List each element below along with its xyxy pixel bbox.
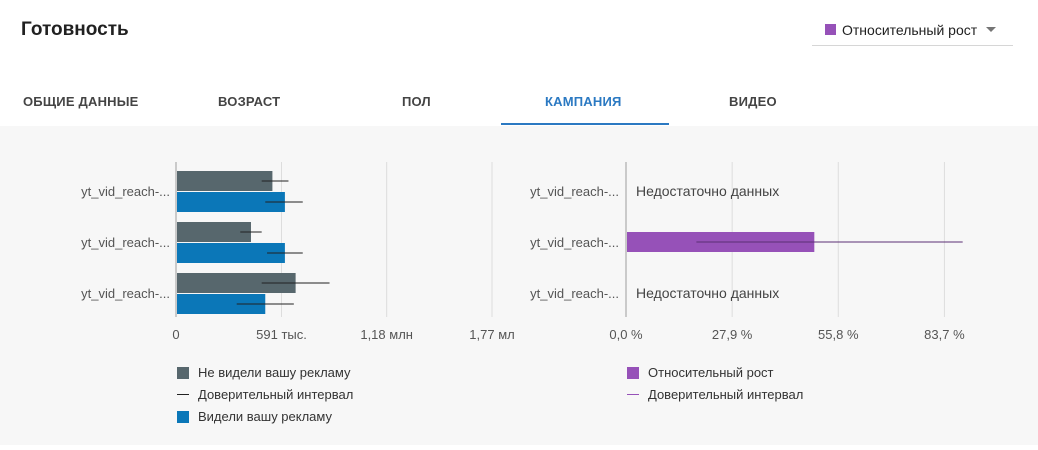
report-header: Готовность Относительный рост ОБЩИЕ ДАНН… [0, 0, 1038, 126]
x-tick-label: 591 тыс. [256, 327, 307, 342]
chart-panel: 0 591 тыс. 1,18 млн 1,77 мл yt_vid_reach-...… [0, 126, 1038, 445]
legend-item-not-seen: Не видели вашу рекламу [177, 365, 350, 380]
category-label: yt_vid_reach-... [81, 235, 170, 250]
legend-line [627, 394, 639, 395]
category-label: yt_vid_reach-... [81, 286, 170, 301]
legend-item-ci-right: Доверительный интервал [627, 387, 803, 402]
x-tick-label: 0,0 % [609, 327, 643, 342]
tab-video[interactable]: ВИДЕО [729, 94, 777, 109]
legend-swatch [177, 410, 189, 423]
legend-item-lift: Относительный рост [627, 365, 774, 380]
legend-item-seen: Видели вашу рекламу [177, 409, 332, 424]
x-tick-label: 0 [172, 327, 179, 342]
legend-swatch [627, 366, 639, 379]
tab-campaign[interactable]: КАМПАНИЯ [545, 94, 622, 109]
category-label: yt_vid_reach-... [530, 235, 619, 250]
bar [177, 171, 273, 191]
legend-item-ci-left: Доверительный интервал [177, 387, 353, 402]
legend-line [177, 394, 189, 395]
x-tick-label: 27,9 % [712, 327, 753, 342]
legend-label: Доверительный интервал [648, 387, 804, 402]
page-title: Готовность [21, 19, 129, 40]
no-data-label: Недостаточно данных [636, 285, 779, 301]
tab-gender[interactable]: ПОЛ [402, 94, 431, 109]
x-tick-label: 83,7 % [924, 327, 965, 342]
legend-label: Не видели вашу рекламу [198, 365, 351, 380]
category-label: yt_vid_reach-... [530, 184, 619, 199]
category-label: yt_vid_reach-... [530, 286, 619, 301]
tab-overview[interactable]: ОБЩИЕ ДАННЫЕ [23, 94, 139, 109]
metric-color-swatch [825, 24, 836, 35]
active-tab-indicator [501, 123, 669, 125]
legend-swatch [177, 366, 189, 379]
metric-dropdown[interactable]: Относительный рост [812, 14, 1013, 46]
legend-label: Относительный рост [648, 365, 774, 380]
x-tick-label: 1,77 мл [469, 327, 514, 342]
legend-label: Доверительный интервал [198, 387, 354, 402]
bar [177, 222, 251, 242]
chevron-down-icon [986, 27, 997, 32]
x-tick-label: 1,18 млн [360, 327, 413, 342]
legend-label: Видели вашу рекламу [198, 409, 332, 424]
category-label: yt_vid_reach-... [81, 184, 170, 199]
tab-age[interactable]: ВОЗРАСТ [218, 94, 280, 109]
no-data-label: Недостаточно данных [636, 183, 779, 199]
metric-dropdown-label: Относительный рост [842, 21, 978, 38]
charts-canvas: 0 591 тыс. 1,18 млн 1,77 мл yt_vid_reach-...… [81, 162, 965, 342]
x-tick-label: 55,8 % [818, 327, 859, 342]
